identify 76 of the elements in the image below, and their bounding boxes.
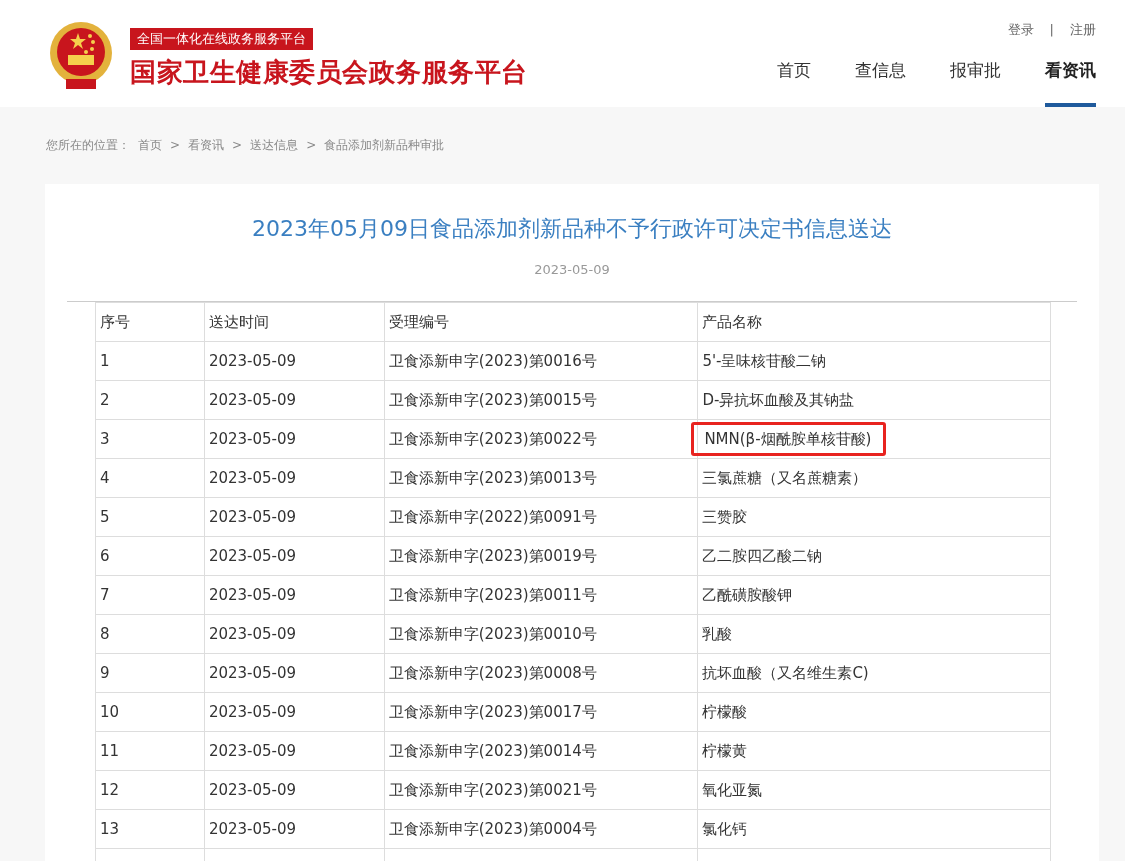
breadcrumb-separator: >	[170, 137, 181, 154]
article-title: 2023年05月09日食品添加剂新品种不予行政许可决定书信息送达	[252, 215, 892, 243]
table-cell: 9	[95, 653, 205, 693]
table-cell: 2023-05-09	[204, 653, 385, 693]
breadcrumb-label: 您所在的位置：	[46, 137, 130, 154]
table-cell: 柠檬黄	[697, 731, 1051, 771]
column-header: 受理编号	[384, 302, 698, 342]
highlighted-cell-text: NMN(β-烟酰胺单核苷酸)	[691, 421, 887, 456]
register-link[interactable]: 注册	[1070, 20, 1096, 40]
table-cell: 2023-05-09	[204, 731, 385, 771]
table-cell: 13	[95, 809, 205, 849]
table-cell: 2023-05-09	[204, 614, 385, 654]
table-cell: 卫食添新申字(2023)第0013号	[384, 458, 698, 498]
platform-tag: 全国一体化在线政务服务平台	[130, 28, 313, 51]
table-cell: 卫食添新申字(2023)第0016号	[384, 341, 698, 381]
table-cell: 8	[95, 614, 205, 654]
table-cell: 2023-05-09	[204, 458, 385, 498]
breadcrumb-link[interactable]: 看资讯	[188, 136, 225, 154]
emblem-icon	[48, 20, 114, 91]
table-cell: 乙酰磺胺酸钾	[697, 575, 1051, 615]
column-header: 序号	[95, 302, 205, 342]
table-cell: 2023-05-09	[204, 419, 385, 459]
table-cell: 7	[95, 575, 205, 615]
table-cell: 2023-05-09	[204, 770, 385, 810]
breadcrumb-link[interactable]: 食品添加剂新品种审批	[324, 136, 445, 154]
breadcrumb-separator: >	[232, 137, 243, 154]
table-cell: 卫食添新申字(2023)第0008号	[384, 653, 698, 693]
login-link[interactable]: 登录	[1007, 20, 1034, 40]
column-header: 送达时间	[204, 302, 385, 342]
table-cell: 3	[95, 419, 205, 459]
breadcrumb-link[interactable]: 送达信息	[250, 136, 299, 154]
separator: |	[1049, 21, 1054, 39]
table-cell: 氯化钙	[697, 809, 1051, 849]
table-cell: 三氯蔗糖（又名蔗糖素）	[697, 458, 1051, 498]
nav-tab[interactable]: 首页	[777, 57, 811, 107]
nav-tab[interactable]: 看资讯	[1045, 57, 1096, 107]
table-cell: 12	[95, 770, 205, 810]
table-cell: 卫食添新申字(2023)第0017号	[384, 692, 698, 732]
table-cell: 卫食添新申字(2023)第0010号	[384, 614, 698, 654]
table-cell: 2023-05-09	[204, 341, 385, 381]
table-cell: 卫食添新申字(2022)第0091号	[384, 497, 698, 537]
table-cell: 2023-05-09	[204, 380, 385, 420]
table-cell: 卫食添新申字(2023)第0011号	[384, 575, 698, 615]
table-cell: 卫食添新申字(2023)第0022号	[384, 419, 698, 459]
table-cell: 2023-05-09	[204, 536, 385, 576]
table-cell: D-异抗坏血酸及其钠盐	[697, 380, 1051, 420]
table-cell: 卫食添新申字(2023)第0014号	[384, 731, 698, 771]
table-cell: 1	[95, 341, 205, 381]
column-header: 产品名称	[697, 302, 1051, 342]
table-cell: 抗坏血酸（又名维生素C)	[697, 653, 1051, 693]
table-cell: 2023-05-09	[204, 575, 385, 615]
table-cell: 2	[95, 380, 205, 420]
table-cell: 11	[95, 731, 205, 771]
table-cell: 柠檬酸	[697, 692, 1051, 732]
table-cell: 卫食添新申字(2023)第0021号	[384, 770, 698, 810]
table-cell: 2023-05-09	[204, 692, 385, 732]
publish-date: 2023-05-09	[534, 262, 610, 277]
table-cell: 6	[95, 536, 205, 576]
table-cell: 氧化亚氮	[697, 770, 1051, 810]
breadcrumb-link[interactable]: 首页	[138, 136, 162, 154]
table-cell: 5	[95, 497, 205, 537]
table-cell: 2023-05-09	[204, 809, 385, 849]
nav-tab[interactable]: 查信息	[855, 57, 906, 107]
nav-tab[interactable]: 报审批	[950, 57, 1001, 107]
table-cell: 2023-05-09	[204, 497, 385, 537]
table-cell: 乙二胺四乙酸二钠	[697, 536, 1051, 576]
table-cell: 卫食添新申字(2023)第0019号	[384, 536, 698, 576]
table-cell: 卫食添新申字(2023)第0004号	[384, 809, 698, 849]
table-cell: 10	[95, 692, 205, 732]
table-cell: 乳酸	[697, 614, 1051, 654]
table-cell: 三赞胶	[697, 497, 1051, 537]
table-cell: 卫食添新申字(2023)第0015号	[384, 380, 698, 420]
table-cell: 4	[95, 458, 205, 498]
table-cell: 5'-呈味核苷酸二钠	[697, 341, 1051, 381]
breadcrumb-separator: >	[306, 137, 317, 154]
site-title: 国家卫生健康委员会政务服务平台	[130, 58, 528, 87]
